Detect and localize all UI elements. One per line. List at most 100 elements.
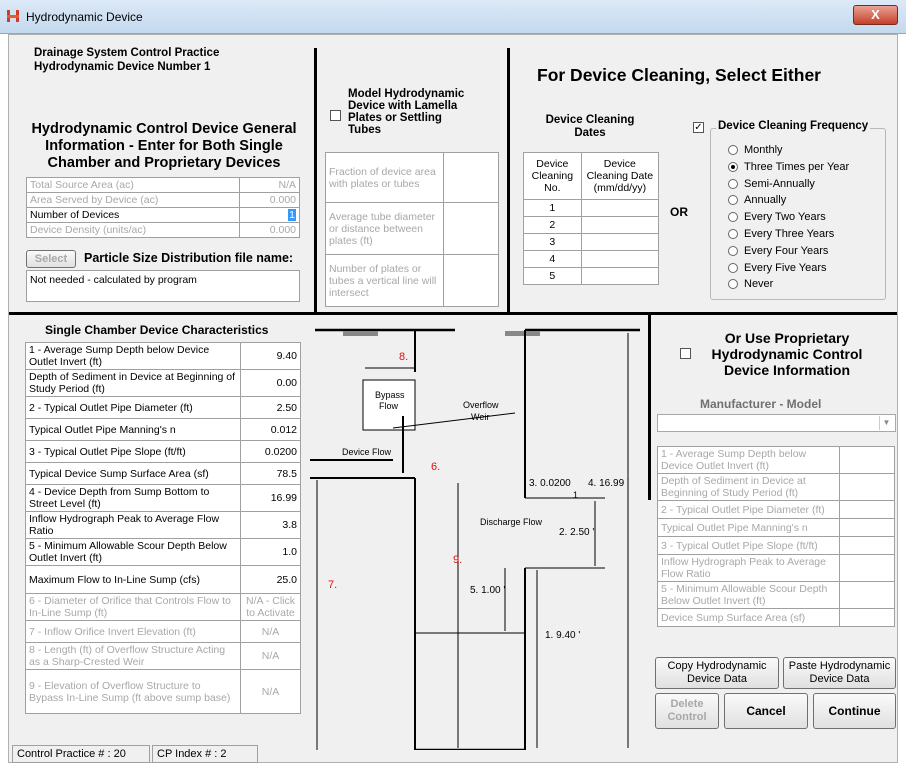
radio[interactable] (728, 212, 738, 223)
row-value-input[interactable]: 9.40 (240, 342, 301, 370)
status-cp-index: CP Index # : 2 (152, 745, 258, 763)
radio[interactable] (728, 145, 738, 156)
row-value-input[interactable] (839, 581, 895, 609)
lamella-table: Fraction of device area with plates or t… (325, 152, 499, 307)
radio[interactable] (728, 262, 738, 273)
freq-option[interactable]: Every Five Years (728, 260, 849, 277)
row-label: Total Source Area (ac) (26, 177, 240, 193)
row-value-input[interactable] (839, 608, 895, 627)
label-6: 6. (431, 461, 440, 473)
number-of-devices-value: 1 (288, 209, 296, 221)
cleaning-date-input[interactable] (580, 233, 660, 251)
row-label: 3 - Typical Outlet Pipe Slope (ft/ft) (25, 440, 241, 463)
row-value: N/A (239, 177, 300, 193)
cleaning-date-input[interactable] (580, 216, 660, 234)
row-label: Typical Outlet Pipe Manning's n (657, 518, 840, 537)
row-value-input[interactable]: N/A - Click to Activate (240, 593, 301, 621)
row-value-input[interactable] (839, 500, 895, 519)
cancel-button[interactable]: Cancel (724, 693, 808, 729)
cleaning-dates-table: Device Cleaning No. Device Cleaning Date … (523, 152, 660, 285)
lamella-input[interactable] (443, 152, 499, 203)
row-value-input[interactable] (839, 536, 895, 555)
proprietary-checkbox[interactable] (680, 348, 691, 359)
row-value-input[interactable]: 1.0 (240, 538, 301, 566)
lamella-checkbox[interactable] (330, 110, 341, 121)
number-of-devices-input[interactable]: 1 (239, 207, 300, 223)
psd-filename-field[interactable]: Not needed - calculated by program (26, 270, 300, 302)
freq-option[interactable]: Every Two Years (728, 209, 849, 226)
lamella-input[interactable] (443, 254, 499, 307)
cleaning-no: 5 (523, 267, 582, 285)
proprietary-title: Or Use Proprietary Hydrodynamic Control … (711, 330, 863, 378)
cleaning-date-input[interactable] (580, 250, 660, 268)
cleaning-date-input[interactable] (580, 267, 660, 285)
cleaning-date-input[interactable] (580, 199, 660, 217)
row-value-input[interactable]: 16.99 (240, 484, 301, 512)
table-row: Typical Outlet Pipe Manning's n (657, 518, 895, 537)
table-row: Depth of Sediment in Device at Beginning… (657, 473, 895, 501)
row-value-input[interactable]: 0.012 (240, 418, 301, 441)
row-label: Device Sump Surface Area (sf) (657, 608, 840, 627)
row-label: Depth of Sediment in Device at Beginning… (657, 473, 840, 501)
paste-data-button[interactable]: Paste Hydrodynamic Device Data (783, 657, 896, 689)
chevron-down-icon[interactable]: ▼ (879, 416, 893, 430)
row-value-input[interactable]: 78.5 (240, 462, 301, 485)
radio[interactable] (728, 229, 738, 240)
row-value-input[interactable] (839, 518, 895, 537)
continue-button[interactable]: Continue (813, 693, 896, 729)
row-value-input[interactable] (839, 446, 895, 474)
radio[interactable] (728, 279, 738, 290)
row-label: Depth of Sediment in Device at Beginning… (25, 369, 241, 397)
freq-option[interactable]: Annually (728, 192, 849, 209)
row-value-input[interactable] (839, 473, 895, 501)
radio[interactable] (728, 178, 738, 189)
row-value-input[interactable]: 3.8 (240, 511, 301, 539)
row-value-input[interactable]: 25.0 (240, 565, 301, 594)
radio[interactable] (728, 195, 738, 206)
row-value-input[interactable]: 2.50 (240, 396, 301, 419)
label-one: 1 (573, 490, 578, 500)
row-value-input[interactable]: N/A (240, 620, 301, 643)
freq-option[interactable]: Three Times per Year (728, 159, 849, 176)
freq-option[interactable]: Never (728, 276, 849, 293)
device-flow-label: Device Flow (342, 447, 392, 457)
copy-data-button[interactable]: Copy Hydrodynamic Device Data (655, 657, 779, 689)
divider (507, 48, 510, 312)
option-label: Monthly (744, 144, 783, 156)
single-chamber-title: Single Chamber Device Characteristics (45, 323, 269, 337)
close-button[interactable]: X (853, 5, 898, 25)
table-row: 7 - Inflow Orifice Invert Elevation (ft)… (25, 620, 301, 643)
freq-option[interactable]: Monthly (728, 142, 849, 159)
radio[interactable] (728, 245, 738, 256)
manufacturer-dropdown[interactable]: ▼ (657, 414, 896, 432)
row-value-input[interactable]: 0.0200 (240, 440, 301, 463)
table-row: 1 - Average Sump Depth below Device Outl… (25, 342, 301, 370)
discharge-label: Discharge Flow (480, 517, 543, 527)
option-label: Annually (744, 194, 787, 207)
row-label: 1 - Average Sump Depth below Device Outl… (657, 446, 840, 474)
row-label: 9 - Elevation of Overflow Structure to B… (25, 669, 241, 714)
frequency-checkbox[interactable]: ✓ (693, 122, 704, 133)
freq-option[interactable]: Every Four Years (728, 243, 849, 260)
table-row: 5 - Minimum Allowable Scour Depth Below … (25, 538, 301, 566)
cleaning-no: 3 (523, 233, 582, 251)
row-value-input[interactable]: N/A (240, 669, 301, 714)
lamella-input[interactable] (443, 202, 499, 255)
table-row: 6 - Diameter of Orifice that Controls Fl… (25, 593, 301, 621)
col-header: Device Cleaning Date (mm/dd/yy) (580, 152, 660, 200)
option-label: Every Two Years (744, 211, 826, 224)
single-chamber-table: 1 - Average Sump Depth below Device Outl… (25, 342, 301, 714)
delete-control-button[interactable]: Delete Control (655, 693, 719, 729)
option-label: Every Three Years (744, 227, 835, 240)
freq-option[interactable]: Every Three Years (728, 226, 849, 243)
bypass-line2: Flow (379, 401, 399, 411)
row-value-input[interactable]: N/A (240, 642, 301, 670)
header-line2: Hydrodynamic Device Number 1 (34, 61, 211, 73)
option-label: Every Four Years (744, 244, 829, 257)
row-value-input[interactable]: 0.00 (240, 369, 301, 397)
table-row: Typical Outlet Pipe Manning's n 0.012 (25, 418, 301, 441)
select-psd-button[interactable]: Select (26, 250, 76, 268)
row-value-input[interactable] (839, 554, 895, 582)
freq-option[interactable]: Semi-Annually (728, 176, 849, 193)
radio-selected[interactable] (728, 161, 738, 172)
